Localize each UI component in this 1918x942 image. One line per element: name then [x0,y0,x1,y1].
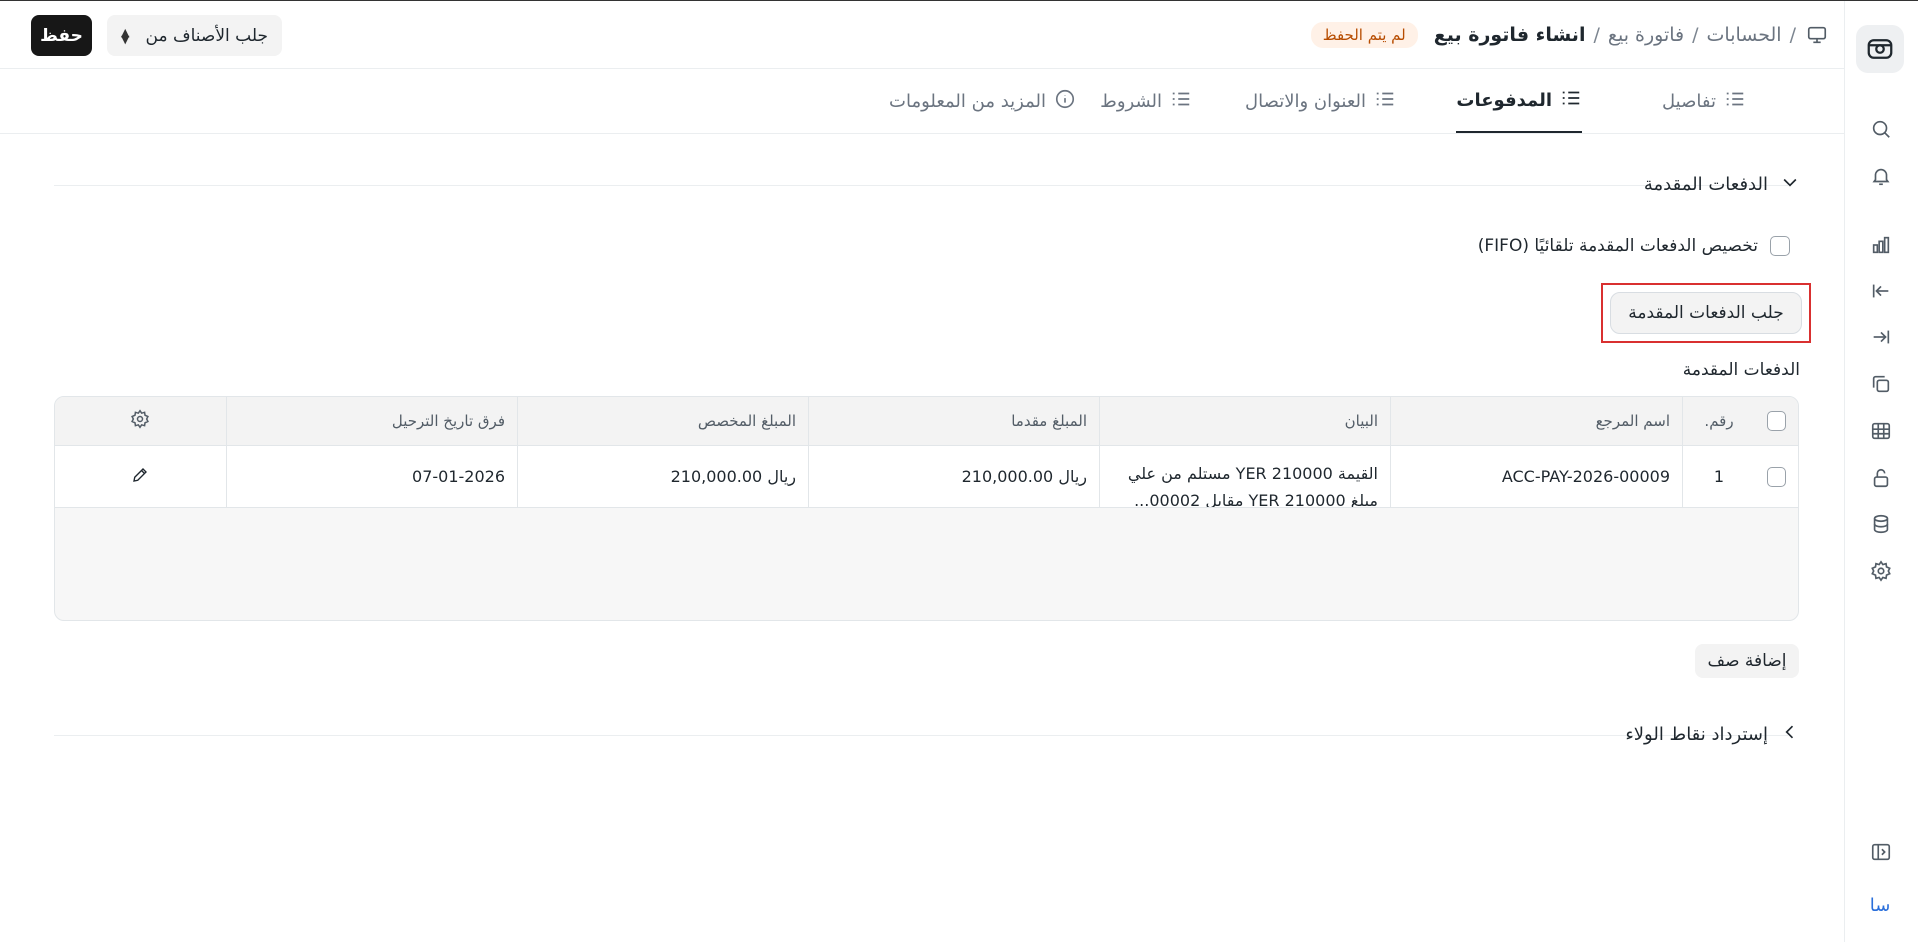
section-loyalty-header[interactable]: إسترداد نقاط الولاء [1625,722,1800,747]
breadcrumb-separator: / [1692,24,1699,46]
row-checkbox[interactable] [1767,466,1786,487]
chevron-left-icon [1780,722,1800,747]
form-tabs: تفاصيل المدفوعات العنوان والاتصال الشروط… [0,70,1844,134]
reference-name-cell[interactable]: ACC-PAY-2026-00009 [1390,446,1682,507]
fetch-items-from-button[interactable]: جلب الأصناف من ▲ ▼ [107,15,282,56]
column-header: البيان [1099,397,1390,445]
column-header: رقم. [1682,397,1755,445]
row-edit-cell [55,446,226,507]
section-advances-header[interactable]: الدفعات المقدمة [1644,172,1800,197]
table-icon[interactable] [1868,418,1894,444]
save-button[interactable]: حفظ [31,15,92,56]
tab-more-info[interactable]: المزيد من المعلومات [889,70,1076,133]
tab-details[interactable]: تفاصيل [1662,70,1746,133]
tab-label: الشروط [1100,91,1162,112]
chart-icon[interactable] [1868,232,1894,258]
monitor-icon[interactable] [1804,23,1828,47]
tab-terms[interactable]: الشروط [1100,70,1192,133]
pencil-icon[interactable] [131,466,149,488]
search-icon[interactable] [1868,116,1894,142]
app-logo-icon[interactable] [1856,25,1904,73]
row-select-cell [1755,446,1798,507]
posting-date-diff-cell[interactable]: 07-01-2026 [226,446,517,507]
remarks-line: القيمة YER 210000 مستلم من علي [1127,464,1378,483]
tab-payments[interactable]: المدفوعات [1456,70,1582,133]
list-icon [1374,88,1396,115]
remarks-line: مبلغ YER 210000 مقابل 00002... [1134,491,1378,507]
column-settings-cell [55,397,226,445]
tab-label: العنوان والاتصال [1245,91,1366,112]
breadcrumb-accounts[interactable]: الحسابات [1707,24,1782,46]
section-divider [54,735,1788,736]
lock-open-icon[interactable] [1868,465,1894,491]
fetch-items-label: جلب الأصناف من [145,25,268,46]
table-header: رقم. اسم المرجع البيان المبلغ مقدما المب… [55,397,1798,446]
list-icon [1560,87,1582,114]
get-advances-button[interactable]: جلب الدفعات المقدمة [1610,292,1802,334]
advances-table: رقم. اسم المرجع البيان المبلغ مقدما المب… [54,396,1799,621]
column-header: المبلغ مقدما [808,397,1099,445]
tab-label: المدفوعات [1456,90,1552,111]
remarks-cell[interactable]: القيمة YER 210000 مستلم من علي مبلغ YER … [1099,446,1390,507]
auto-allocate-row: تخصيص الدفعات المقدمة تلقائيًا (FIFO) [1478,236,1790,256]
auto-allocate-checkbox[interactable] [1770,236,1790,256]
select-all-cell [1755,397,1798,445]
avatar[interactable]: سا [1866,891,1894,919]
database-icon[interactable] [1868,511,1894,537]
settings-icon[interactable] [1868,558,1894,584]
row-number: 1 [1682,446,1755,507]
tab-label: تفاصيل [1662,91,1716,112]
list-icon [1724,88,1746,115]
column-header: اسم المرجع [1390,397,1682,445]
chevron-down-icon [1780,172,1800,197]
breadcrumb-separator: / [1789,24,1796,46]
tab-address-contact[interactable]: العنوان والاتصال [1245,70,1396,133]
column-header: المبلغ المخصص [517,397,808,445]
arrow-right-to-line-icon[interactable] [1868,324,1894,350]
remarks-text: القيمة YER 210000 مستلم من علي مبلغ YER … [1128,446,1378,507]
page-title: انشاء فاتورة بيع [1433,24,1586,46]
arrow-left-to-line-icon[interactable] [1868,278,1894,304]
select-all-checkbox[interactable] [1767,411,1786,431]
sidebar-toggle-icon[interactable] [1868,839,1894,865]
info-icon [1054,88,1076,115]
add-row-button[interactable]: إضافة صف [1695,644,1799,678]
breadcrumb-sales-invoice[interactable]: فاتورة بيع [1608,24,1684,46]
breadcrumb-separator: / [1593,24,1600,46]
page-header: / الحسابات / فاتورة بيع / انشاء فاتورة ب… [0,1,1844,69]
section-title: الدفعات المقدمة [1643,174,1768,195]
table-label: الدفعات المقدمة [1682,360,1800,380]
column-header: فرق تاريخ الترحيل [226,397,517,445]
advance-amount-cell[interactable]: ريال 210,000.00 [808,446,1099,507]
gear-icon[interactable] [130,409,150,433]
section-divider [54,185,1788,186]
chevron-up-down-icon: ▲ ▼ [121,25,130,46]
bell-icon[interactable] [1868,163,1894,189]
status-badge: لم يتم الحفظ [1310,22,1418,48]
tab-label: المزيد من المعلومات [889,91,1046,112]
list-icon [1170,88,1192,115]
right-sidebar: سا [1844,1,1918,942]
auto-allocate-label: تخصيص الدفعات المقدمة تلقائيًا (FIFO) [1477,236,1758,256]
table-row[interactable]: 1 ACC-PAY-2026-00009 القيمة YER 210000 م… [55,446,1798,508]
copy-icon[interactable] [1868,371,1894,397]
section-title: إسترداد نقاط الولاء [1625,724,1768,745]
allocated-amount-cell[interactable]: ريال 210,000.00 [517,446,808,507]
breadcrumb: / الحسابات / فاتورة بيع / انشاء فاتورة ب… [1310,19,1828,51]
